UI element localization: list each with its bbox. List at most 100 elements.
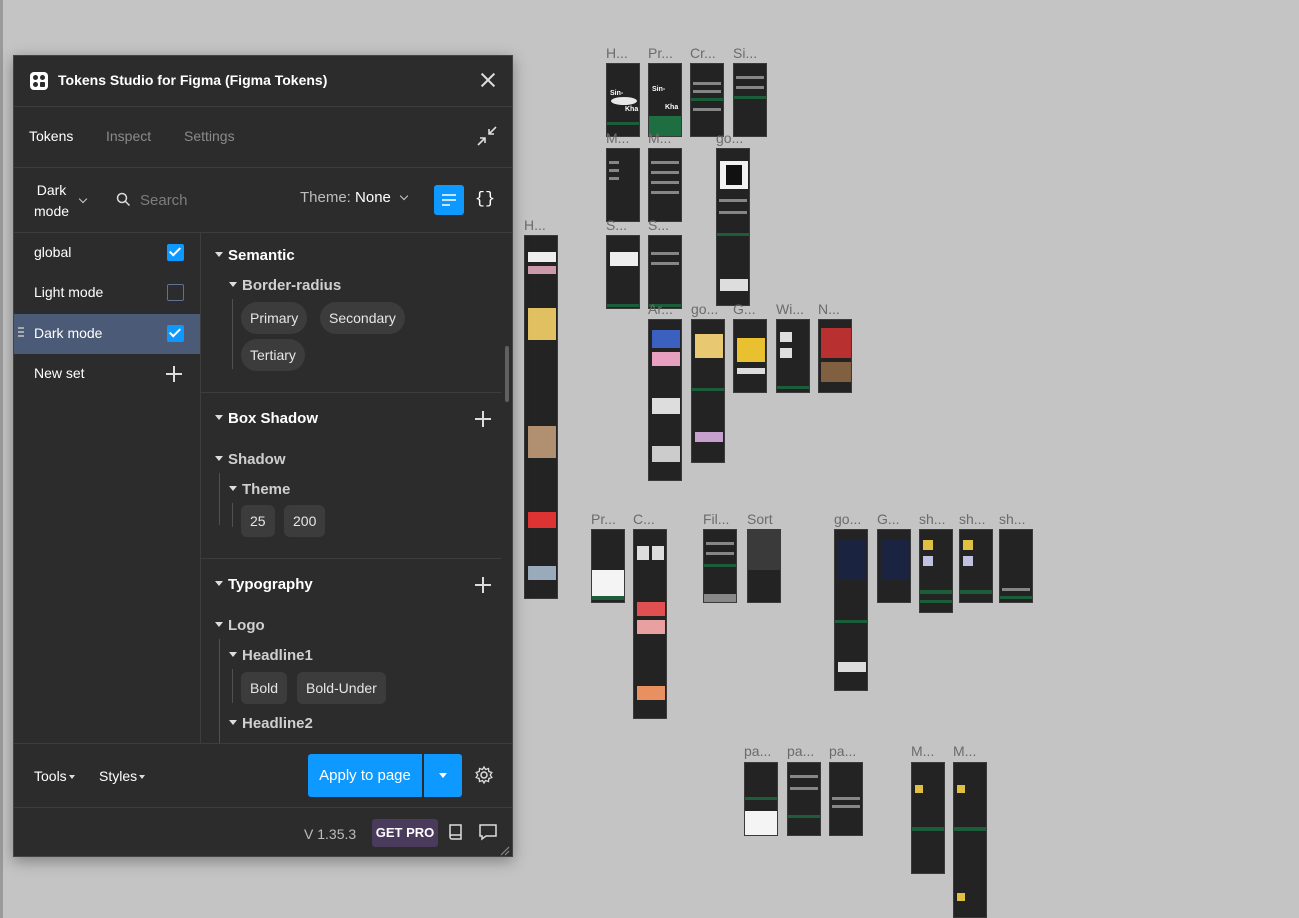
group-box-shadow[interactable]: Box Shadow — [215, 410, 318, 427]
frame-shop-3[interactable] — [999, 529, 1033, 603]
token-pill[interactable]: Bold — [241, 672, 288, 704]
plugin-titlebar: Tokens Studio for Figma (Figma Tokens) — [14, 56, 512, 107]
token-pill[interactable]: 25 — [241, 505, 275, 537]
token-pill[interactable]: Bold-Under — [297, 672, 386, 704]
add-typography-icon[interactable] — [475, 577, 491, 593]
apply-to-page-button[interactable]: Apply to page — [308, 754, 422, 797]
new-set-button[interactable]: New set — [14, 354, 200, 394]
frame-label: G... — [733, 301, 756, 317]
mode-selector[interactable]: Dark mode — [34, 180, 69, 222]
gear-icon[interactable] — [474, 765, 494, 785]
frame-mypage[interactable] — [911, 762, 945, 874]
frame-mypage-2[interactable] — [953, 762, 987, 918]
frame-shop[interactable] — [919, 529, 953, 613]
frame-catalog[interactable] — [633, 529, 667, 719]
add-box-shadow-icon[interactable] — [475, 411, 491, 427]
frame-wishlist[interactable] — [776, 319, 810, 393]
group-headline2[interactable]: Headline2 — [229, 715, 313, 732]
group-title: Box Shadow — [228, 410, 319, 427]
tab-inspect[interactable]: Inspect — [106, 128, 151, 144]
group-semantic[interactable]: Semantic — [215, 247, 295, 264]
caret-down-icon — [139, 775, 146, 780]
token-set-checkbox[interactable] — [167, 325, 184, 342]
caret-down-icon — [215, 621, 223, 627]
frame-news[interactable] — [818, 319, 852, 393]
list-view-button[interactable] — [434, 185, 464, 215]
group-shadow[interactable]: Shadow — [215, 451, 286, 468]
get-pro-button[interactable]: GET PRO — [372, 819, 438, 847]
frame-gallery[interactable] — [733, 319, 767, 393]
theme-label: Theme: — [300, 189, 351, 206]
token-set-light-mode[interactable]: Light mode — [14, 273, 200, 313]
search-input[interactable] — [138, 188, 272, 212]
token-set-checkbox[interactable] — [167, 244, 184, 261]
frame-label: Pr... — [591, 511, 616, 527]
frame-label: sh... — [999, 511, 1026, 527]
token-pill[interactable]: Tertiary — [241, 339, 305, 371]
styles-menu-button[interactable]: Styles — [99, 768, 146, 784]
frame-payment-2[interactable] — [787, 762, 821, 836]
frame-promo[interactable]: Sin- Kha — [648, 63, 682, 137]
token-set-dark-mode[interactable]: Dark mode — [14, 314, 200, 354]
frame-search-2[interactable] — [648, 235, 682, 309]
close-icon[interactable] — [478, 70, 498, 90]
frame-goods[interactable] — [691, 319, 725, 463]
frame-signin[interactable] — [733, 63, 767, 137]
frame-filter[interactable] — [703, 529, 737, 603]
group-headline1[interactable]: Headline1 — [229, 647, 313, 664]
group-title: Border-radius — [242, 277, 342, 294]
list-view-icon — [442, 194, 456, 206]
token-pill[interactable]: Secondary — [320, 302, 405, 334]
frame-gallery-2[interactable] — [877, 529, 911, 603]
frame-create[interactable] — [690, 63, 724, 137]
frame-artist[interactable] — [648, 319, 682, 481]
frame-label: H... — [524, 217, 546, 233]
frame-profile[interactable] — [591, 529, 625, 603]
resize-handle-icon[interactable] — [498, 844, 510, 856]
styles-label: Styles — [99, 768, 138, 784]
token-pill[interactable]: 200 — [284, 505, 326, 537]
frame-product[interactable] — [716, 148, 750, 306]
caret-down-icon — [229, 651, 237, 657]
group-title: Shadow — [228, 451, 286, 468]
frame-payment[interactable] — [744, 762, 778, 836]
frame-menu[interactable] — [606, 148, 640, 222]
frame-label: pa... — [787, 743, 815, 759]
tab-settings[interactable]: Settings — [184, 128, 235, 144]
scrollbar[interactable] — [505, 346, 509, 402]
frame-goods-2[interactable] — [834, 529, 868, 691]
token-pill[interactable]: Primary — [241, 302, 308, 334]
apply-options-dropdown[interactable] — [424, 754, 462, 797]
group-logo[interactable]: Logo — [215, 617, 265, 634]
frame-label: H... — [606, 45, 628, 61]
frame-label: N... — [818, 301, 840, 317]
collapse-icon[interactable] — [476, 125, 498, 147]
plugin-logo-icon — [30, 72, 48, 90]
feedback-chat-icon[interactable] — [478, 822, 498, 842]
token-sets-sidebar: global Light mode Dark mode New set — [14, 233, 201, 743]
frame-search[interactable] — [606, 235, 640, 309]
json-view-button[interactable]: {} — [470, 185, 500, 215]
frame-shop-2[interactable] — [959, 529, 993, 603]
group-typography[interactable]: Typography — [215, 576, 313, 593]
drag-handle-icon[interactable] — [18, 327, 24, 339]
tools-menu-button[interactable]: Tools — [34, 768, 75, 784]
caret-down-icon — [215, 414, 223, 420]
frame-label: Cr... — [690, 45, 716, 61]
group-border-radius[interactable]: Border-radius — [229, 277, 341, 294]
theme-selector[interactable]: Theme: None — [300, 189, 409, 206]
token-set-global[interactable]: global — [14, 233, 200, 273]
tab-tokens[interactable]: Tokens — [29, 128, 73, 144]
docs-book-icon[interactable] — [446, 822, 466, 842]
frame-payment-3[interactable] — [829, 762, 863, 836]
frame-sort[interactable] — [747, 529, 781, 603]
token-set-checkbox[interactable] — [167, 284, 184, 301]
plugin-bottom-bar: V 1.35.3 GET PRO — [14, 807, 512, 858]
frame-home[interactable]: Sin- Kha — [606, 63, 640, 137]
frame-menu-2[interactable] — [648, 148, 682, 222]
group-title: Headline1 — [242, 647, 313, 664]
frame-home-long[interactable] — [524, 235, 558, 599]
plugin-footer: Tools Styles Apply to page — [14, 743, 512, 807]
frame-label: Ar... — [648, 301, 673, 317]
group-theme[interactable]: Theme — [229, 481, 290, 498]
